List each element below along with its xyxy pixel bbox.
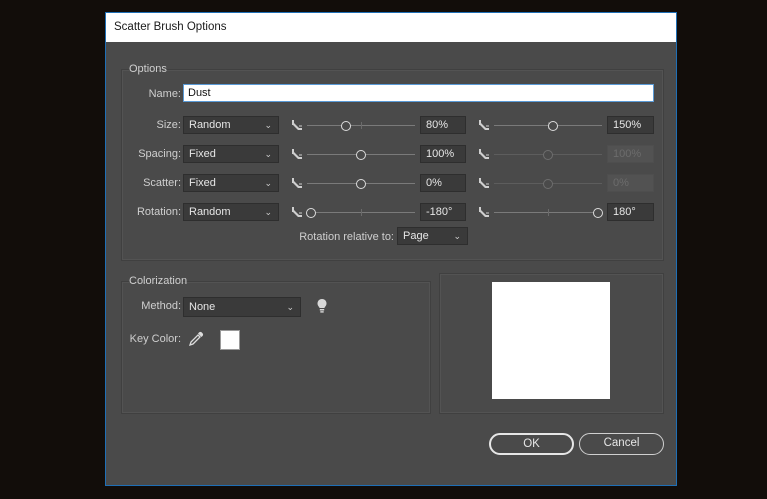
chevron-down-icon: ⌄ — [264, 207, 272, 217]
pressure-mode-icon[interactable] — [291, 177, 303, 189]
rotation-max-slider[interactable] — [494, 205, 603, 221]
option-row-size: Size: Random ⌄ 80% 150% — [106, 116, 676, 136]
size-min-slider[interactable] — [307, 118, 415, 134]
pressure-mode-icon[interactable] — [478, 119, 490, 131]
chevron-down-icon: ⌄ — [453, 231, 461, 241]
scatter-min-slider[interactable] — [307, 176, 415, 192]
chevron-down-icon: ⌄ — [264, 120, 272, 130]
brush-preview — [492, 282, 610, 399]
spacing-min-field[interactable]: 100% — [420, 145, 466, 163]
rotation-relative-label: Rotation relative to: — [299, 231, 394, 243]
size-mode-dropdown[interactable]: Random ⌄ — [183, 116, 279, 134]
size-min-slider-knob[interactable] — [341, 121, 351, 131]
scatter-max-slider — [494, 176, 602, 192]
chevron-down-icon: ⌄ — [286, 302, 294, 312]
method-label: Method: — [141, 300, 181, 312]
pressure-mode-icon[interactable] — [291, 119, 303, 131]
scatter-max-field: 0% — [607, 174, 654, 192]
size-max-field[interactable]: 150% — [607, 116, 654, 134]
spacing-mode-value: Fixed — [189, 148, 216, 160]
pressure-mode-icon[interactable] — [291, 148, 303, 160]
name-input[interactable]: Dust — [183, 84, 654, 102]
rotation-label: Rotation: — [136, 206, 181, 218]
name-label: Name: — [148, 88, 181, 100]
rotation-min-slider-knob[interactable] — [306, 208, 316, 218]
ok-button[interactable]: OK — [489, 433, 574, 455]
spacing-max-field: 100% — [607, 145, 654, 163]
rotation-min-slider[interactable] — [306, 205, 415, 221]
pressure-mode-icon — [478, 177, 490, 189]
rotation-min-slider-center-tick — [361, 209, 362, 216]
colorization-group-label: Colorization — [129, 275, 188, 287]
pressure-mode-icon — [478, 148, 490, 160]
rotation-max-field[interactable]: 180° — [607, 203, 654, 221]
eyedropper-icon[interactable] — [188, 331, 204, 347]
method-value: None — [189, 301, 216, 313]
rotation-relative-value: Page — [403, 230, 429, 242]
rotation-max-slider-center-tick — [548, 209, 549, 216]
rotation-mode-dropdown[interactable]: Random ⌄ — [183, 203, 279, 221]
rotation-mode-value: Random — [189, 206, 231, 218]
chevron-down-icon: ⌄ — [264, 178, 272, 188]
options-group-label: Options — [129, 63, 167, 75]
size-max-slider-knob[interactable] — [548, 121, 558, 131]
rotation-relative-dropdown[interactable]: Page ⌄ — [397, 227, 468, 245]
spacing-mode-dropdown[interactable]: Fixed ⌄ — [183, 145, 279, 163]
key-color-label: Key Color: — [129, 333, 181, 345]
rotation-min-field[interactable]: -180° — [420, 203, 466, 221]
scatter-max-slider-knob — [543, 179, 553, 189]
rotation-max-slider-knob[interactable] — [593, 208, 603, 218]
dialog-title: Scatter Brush Options — [106, 13, 676, 42]
pressure-mode-icon[interactable] — [291, 206, 303, 218]
size-min-slider-center-tick — [361, 122, 362, 129]
scatter-brush-options-dialog: Scatter Brush Options Options Name: Dust… — [105, 12, 677, 486]
option-row-rotation: Rotation: Random ⌄ -180° 180° — [106, 203, 676, 223]
option-row-spacing: Spacing: Fixed ⌄ 100% 100% — [106, 145, 676, 165]
pressure-mode-icon[interactable] — [478, 206, 490, 218]
size-mode-value: Random — [189, 119, 231, 131]
spacing-label: Spacing: — [138, 148, 181, 160]
key-color-swatch[interactable] — [220, 330, 240, 350]
scatter-mode-dropdown[interactable]: Fixed ⌄ — [183, 174, 279, 192]
size-min-field[interactable]: 80% — [420, 116, 466, 134]
scatter-mode-value: Fixed — [189, 177, 216, 189]
lightbulb-icon[interactable] — [316, 298, 328, 314]
option-row-scatter: Scatter: Fixed ⌄ 0% 0% — [106, 174, 676, 194]
size-max-slider[interactable] — [494, 118, 602, 134]
spacing-max-slider-knob — [543, 150, 553, 160]
scatter-label: Scatter: — [143, 177, 181, 189]
size-label: Size: — [156, 119, 181, 131]
cancel-button[interactable]: Cancel — [579, 433, 664, 455]
chevron-down-icon: ⌄ — [264, 149, 272, 159]
spacing-min-slider[interactable] — [307, 147, 415, 163]
spacing-min-slider-knob[interactable] — [356, 150, 366, 160]
scatter-min-slider-knob[interactable] — [356, 179, 366, 189]
scatter-min-field[interactable]: 0% — [420, 174, 466, 192]
method-dropdown[interactable]: None ⌄ — [183, 297, 301, 317]
spacing-max-slider — [494, 147, 602, 163]
